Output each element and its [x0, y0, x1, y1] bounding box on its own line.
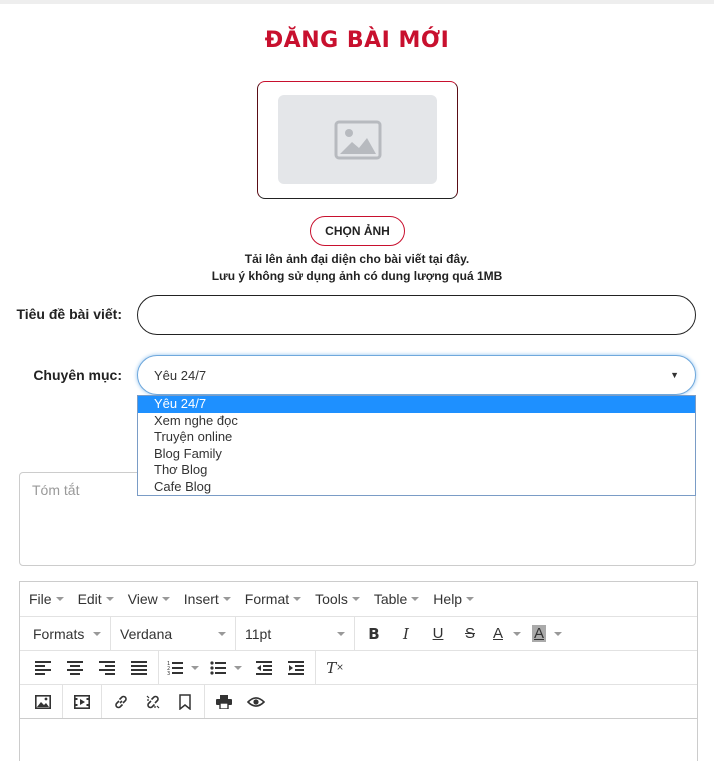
- menu-table[interactable]: Table: [374, 591, 420, 607]
- image-placeholder: [278, 95, 437, 184]
- editor-menubar: File Edit View Insert Format Tools Table…: [20, 582, 697, 617]
- align-center-icon[interactable]: [59, 654, 91, 682]
- menu-edit[interactable]: Edit: [78, 591, 114, 607]
- menu-help[interactable]: Help: [433, 591, 475, 607]
- category-option[interactable]: Blog Family: [138, 446, 695, 463]
- unlink-icon[interactable]: [137, 688, 169, 716]
- choose-image-button[interactable]: CHỌN ẢNH: [310, 216, 405, 246]
- outdent-icon[interactable]: [248, 654, 280, 682]
- background-color-icon: A: [531, 625, 546, 642]
- category-option[interactable]: Cafe Blog: [138, 479, 695, 496]
- bullet-list-button[interactable]: [205, 654, 248, 682]
- align-right-icon[interactable]: [91, 654, 123, 682]
- bold-icon[interactable]: B: [358, 620, 390, 648]
- menu-insert[interactable]: Insert: [184, 591, 231, 607]
- underline-icon[interactable]: U: [422, 620, 454, 648]
- numbered-list-button[interactable]: 123: [162, 654, 205, 682]
- svg-text:3: 3: [167, 671, 170, 676]
- link-icon[interactable]: [105, 688, 137, 716]
- bookmark-icon[interactable]: [169, 688, 201, 716]
- title-label: Tiêu đề bài viết:: [16, 306, 122, 322]
- menu-view[interactable]: View: [128, 591, 170, 607]
- category-dropdown: Yêu 24/7 Xem nghe đọc Truyện online Blog…: [137, 395, 696, 496]
- background-color-button[interactable]: A: [527, 620, 568, 648]
- dropdown-arrow-icon: ▼: [670, 370, 679, 380]
- image-icon: [334, 120, 381, 159]
- text-color-icon: A: [492, 625, 503, 642]
- align-left-icon[interactable]: [27, 654, 59, 682]
- strikethrough-icon[interactable]: S: [454, 620, 486, 648]
- category-select[interactable]: Yêu 24/7 ▼: [137, 355, 696, 395]
- top-bar: [0, 0, 714, 4]
- italic-icon[interactable]: I: [390, 620, 422, 648]
- insert-media-icon[interactable]: [66, 688, 98, 716]
- rich-text-editor: File Edit View Insert Format Tools Table…: [19, 581, 698, 761]
- menu-format[interactable]: Format: [245, 591, 302, 607]
- indent-icon[interactable]: [280, 654, 312, 682]
- toolbar-row-3: [20, 685, 697, 719]
- menu-tools[interactable]: Tools: [315, 591, 360, 607]
- category-label: Chuyên mục:: [33, 367, 122, 383]
- category-option[interactable]: Thơ Blog: [138, 462, 695, 479]
- font-size-select[interactable]: 11pt: [239, 626, 351, 642]
- print-icon[interactable]: [208, 688, 240, 716]
- toolbar-row-1: Formats Verdana 11pt B I U S A A: [20, 617, 697, 651]
- text-color-button[interactable]: A: [486, 620, 527, 648]
- formats-dropdown[interactable]: Formats: [27, 626, 107, 642]
- numbered-list-icon: 123: [162, 654, 188, 682]
- font-family-select[interactable]: Verdana: [114, 626, 232, 642]
- toolbar-row-2: 123 T ×: [20, 651, 697, 685]
- category-option[interactable]: Truyện online: [138, 429, 695, 446]
- category-option[interactable]: Xem nghe đọc: [138, 413, 695, 430]
- preview-icon[interactable]: [240, 688, 272, 716]
- title-input[interactable]: [137, 295, 696, 335]
- category-selected-value: Yêu 24/7: [154, 367, 207, 383]
- clear-formatting-icon[interactable]: T ×: [319, 654, 351, 682]
- image-upload-box[interactable]: [257, 81, 458, 199]
- upload-hint: Tải lên ảnh đại diện cho bài viết tại đâ…: [244, 252, 470, 266]
- align-justify-icon[interactable]: [123, 654, 155, 682]
- summary-placeholder: Tóm tắt: [32, 482, 80, 498]
- bullet-list-icon: [205, 654, 231, 682]
- category-option[interactable]: Yêu 24/7: [138, 396, 695, 413]
- upload-size-note: Lưu ý không sử dụng ảnh có dung lượng qu…: [211, 269, 503, 283]
- insert-image-icon[interactable]: [27, 688, 59, 716]
- menu-file[interactable]: File: [29, 591, 64, 607]
- page-title: ĐĂNG BÀI MỚI: [264, 28, 450, 53]
